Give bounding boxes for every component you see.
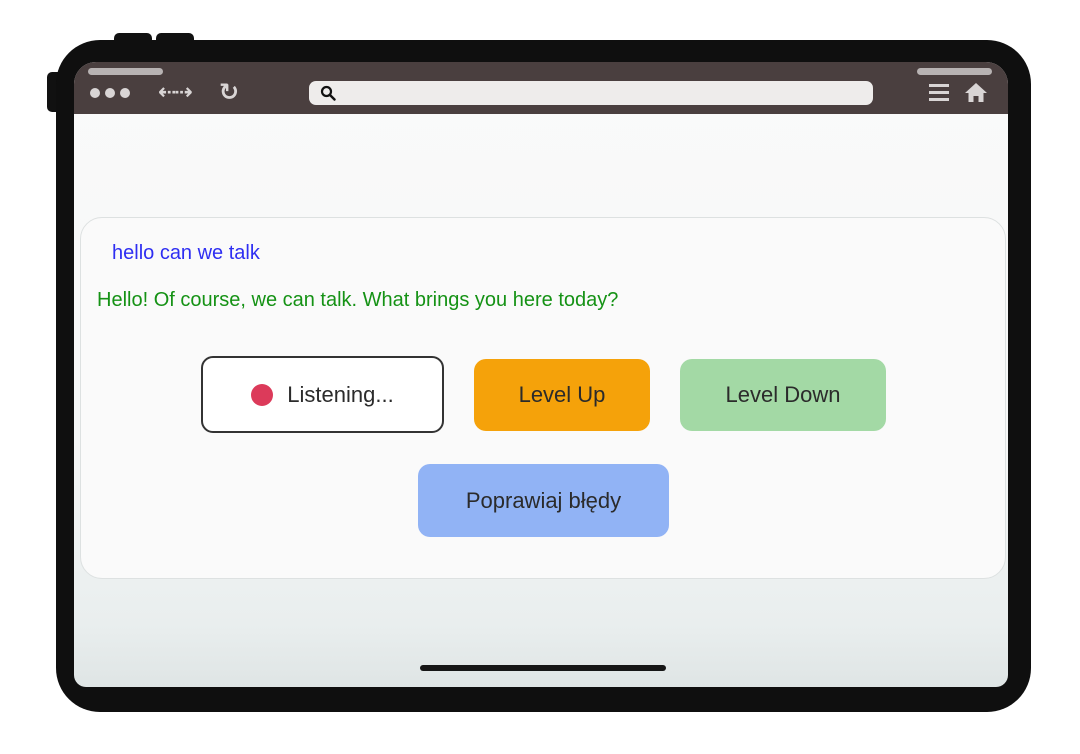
recording-icon — [251, 383, 274, 406]
level-up-button[interactable]: Level Up — [474, 359, 650, 431]
home-indicator[interactable] — [420, 665, 666, 671]
toolbar-tab-line-right — [917, 68, 992, 75]
back-forward-icon[interactable]: ⇠⇢ — [158, 79, 193, 105]
correct-errors-button[interactable]: Poprawiaj błędy — [418, 464, 669, 537]
browser-toolbar: ⇠⇢ ↻ — [74, 62, 1008, 114]
reload-icon[interactable]: ↻ — [219, 78, 239, 107]
toolbar-tab-line-left — [88, 68, 163, 75]
window-dots-icon[interactable] — [90, 88, 130, 98]
listening-button[interactable]: Listening... — [201, 356, 444, 433]
menu-icon[interactable] — [929, 84, 949, 105]
listening-label: Listening... — [287, 381, 394, 407]
user-message: hello can we talk — [112, 242, 260, 264]
level-down-button[interactable]: Level Down — [680, 359, 886, 431]
search-icon — [320, 85, 336, 101]
bot-message: Hello! Of course, we can talk. What brin… — [97, 289, 619, 311]
home-icon[interactable] — [964, 81, 988, 103]
address-bar[interactable] — [309, 81, 873, 105]
screen: ⇠⇢ ↻ hello can we talk Hello! Of course,… — [74, 62, 1008, 687]
